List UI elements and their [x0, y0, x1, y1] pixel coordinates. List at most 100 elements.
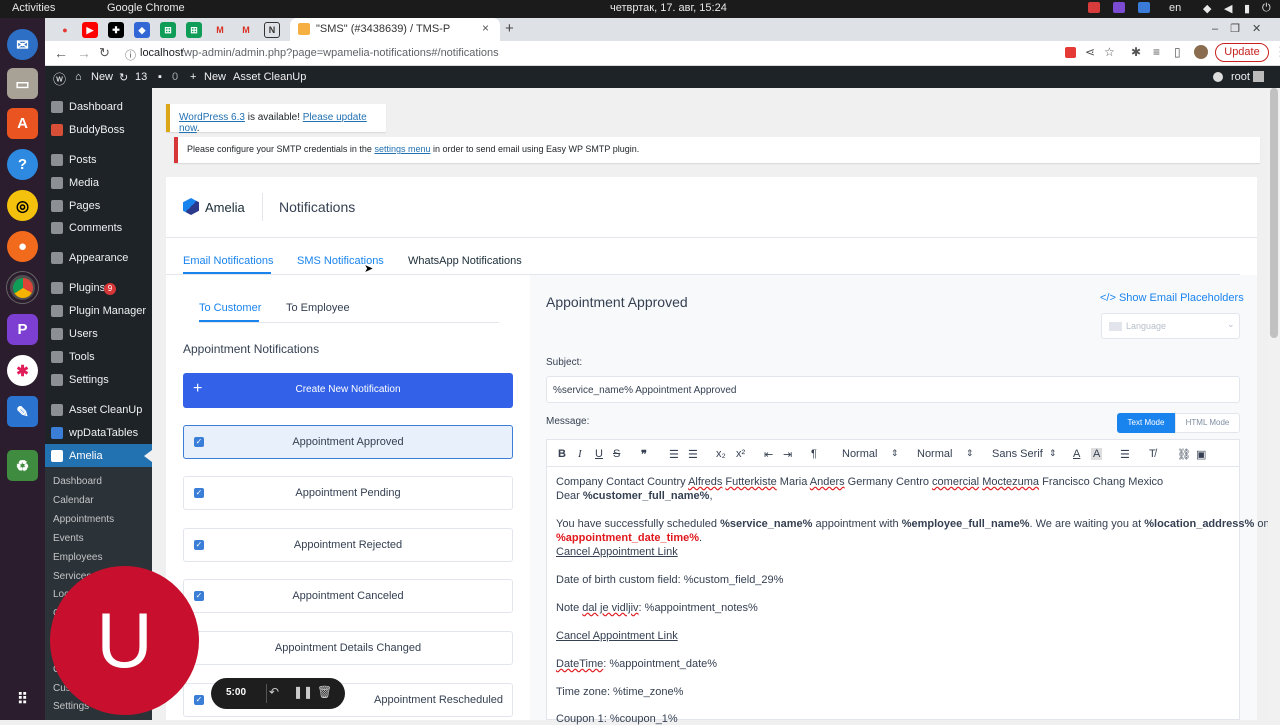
active-tab[interactable]: "SMS" (#3438639) / TMS-P × — [290, 18, 500, 41]
sub-dashboard[interactable]: Dashboard — [53, 476, 102, 487]
side-panel-icon[interactable]: ▯ — [1174, 45, 1181, 59]
notion-tab-icon[interactable]: N — [264, 22, 280, 38]
format-select[interactable]: Normal — [917, 448, 952, 460]
url-path[interactable]: /wp-admin/admin.php?page=wpamelia-notifi… — [181, 47, 499, 59]
slack-icon[interactable]: ✱ — [7, 355, 38, 386]
delete-icon[interactable]: 🗑 — [317, 685, 332, 699]
indicator-icon[interactable] — [1088, 2, 1100, 13]
comments-count[interactable]: 0 — [172, 71, 178, 83]
message-editor[interactable] — [546, 467, 1240, 720]
create-notification-button[interactable]: + Create New Notification — [183, 373, 513, 408]
align-icon[interactable]: ☰ — [1120, 448, 1130, 461]
text-direction-icon[interactable]: ¶ — [811, 448, 817, 460]
underline-icon[interactable]: U — [595, 448, 603, 460]
profile-avatar[interactable] — [1194, 45, 1208, 59]
forward-icon[interactable]: → — [77, 45, 91, 61]
battery-icon[interactable]: ▮ — [1244, 2, 1250, 15]
menu-amelia[interactable]: Amelia — [69, 450, 103, 462]
bookmark-star-icon[interactable]: ☆ — [1104, 45, 1115, 59]
menu-comments[interactable]: Comments — [69, 222, 122, 234]
text-mode-button[interactable]: Text Mode — [1117, 413, 1175, 433]
reading-list-icon[interactable]: ≡ — [1153, 45, 1160, 59]
menu-pages[interactable]: Pages — [69, 200, 100, 212]
notification-item[interactable]: ✓ Appointment Pending — [183, 476, 513, 510]
rhythmbox-icon[interactable]: ◎ — [7, 190, 38, 221]
link-icon[interactable]: ⛓ — [1177, 448, 1191, 461]
gmail-tab-icon[interactable]: M — [238, 22, 254, 38]
menu-users[interactable]: Users — [69, 328, 98, 340]
cancel-appointment-link[interactable]: Cancel Appointment Link — [556, 546, 678, 558]
site-name-link[interactable]: New — [91, 71, 113, 83]
home-icon[interactable]: ⌂ — [75, 71, 82, 83]
tab-to-customer[interactable]: To Customer — [199, 302, 261, 314]
share-icon[interactable]: ⋖ — [1085, 45, 1095, 59]
image-icon[interactable]: ▣ — [1196, 448, 1206, 461]
menu-asset-cleanup[interactable]: Asset CleanUp — [69, 404, 142, 416]
indent-icon[interactable]: ⇥ — [783, 448, 792, 461]
bullet-list-icon[interactable]: ☰ — [688, 448, 698, 461]
font-select[interactable]: Sans Serif — [992, 448, 1043, 460]
page-scrollbar[interactable] — [1268, 88, 1280, 720]
indicator-icon[interactable] — [1138, 2, 1150, 13]
settings-menu-link[interactable]: settings menu — [374, 144, 430, 154]
tab-to-employee[interactable]: To Employee — [286, 302, 350, 314]
wifi-icon[interactable]: ◆ — [1203, 2, 1211, 15]
back-icon[interactable]: ← — [54, 45, 68, 61]
show-placeholders-link[interactable]: </> Show Email Placeholders — [1100, 292, 1244, 304]
reload-icon[interactable]: ↻ — [99, 45, 110, 61]
firefox-icon[interactable]: ● — [7, 231, 38, 262]
user-name[interactable]: root — [1231, 71, 1250, 83]
ordered-list-icon[interactable]: ☰ — [669, 448, 679, 461]
files-icon[interactable]: ▭ — [7, 68, 38, 99]
beekeeper-icon[interactable]: P — [7, 314, 38, 345]
volume-icon[interactable]: ◀ — [1224, 2, 1232, 15]
recording-tab-icon[interactable]: ● — [57, 22, 73, 38]
tab-email-notifications[interactable]: Email Notifications — [183, 255, 273, 267]
bold-icon[interactable]: B — [558, 448, 566, 460]
notification-item[interactable]: ✓ Appointment Canceled — [183, 579, 513, 613]
checkbox-checked-icon[interactable]: ✓ — [194, 695, 204, 705]
notification-item[interactable]: ✓ Appointment Rejected — [183, 528, 513, 562]
plus-icon[interactable]: + — [190, 71, 196, 83]
power-icon[interactable]: ⏻ — [1262, 2, 1271, 15]
new-tab-button[interactable]: + — [505, 20, 514, 37]
updates-icon[interactable]: ↻ — [119, 71, 128, 84]
updates-count[interactable]: 13 — [135, 71, 147, 83]
tab-icon[interactable]: ◆ — [134, 22, 150, 38]
blocked-icon[interactable] — [1065, 47, 1076, 58]
extensions-icon[interactable]: ✱ — [1131, 45, 1141, 59]
background-color-icon[interactable]: A — [1091, 448, 1103, 460]
thunderbird-icon[interactable]: ✉ — [7, 29, 38, 60]
outdent-icon[interactable]: ⇤ — [764, 448, 773, 461]
italic-icon[interactable]: I — [578, 448, 582, 460]
user-avatar[interactable] — [1253, 71, 1264, 82]
header-size-select[interactable]: Normal — [842, 448, 877, 460]
tab-icon[interactable]: ✚ — [108, 22, 124, 38]
text-color-icon[interactable]: A — [1073, 448, 1080, 460]
menu-tools[interactable]: Tools — [69, 351, 95, 363]
sub-events[interactable]: Events — [53, 533, 84, 544]
superscript-icon[interactable]: x² — [736, 448, 745, 460]
info-icon[interactable]: ⓘ — [125, 47, 136, 63]
language-indicator[interactable]: en — [1169, 2, 1181, 14]
window-controls[interactable]: ‒❐✕ — [1212, 22, 1273, 35]
wordpress-version-link[interactable]: WordPress 6.3 — [179, 112, 245, 123]
user-badge-icon[interactable] — [1213, 72, 1223, 82]
chrome-icon[interactable] — [7, 272, 38, 303]
menu-plugins[interactable]: Plugins — [69, 282, 105, 294]
undo-icon[interactable]: ↶ — [269, 685, 279, 699]
menu-posts[interactable]: Posts — [69, 154, 97, 166]
menu-appearance[interactable]: Appearance — [69, 252, 128, 264]
menu-buddyboss[interactable]: BuddyBoss — [69, 124, 125, 136]
sub-calendar[interactable]: Calendar — [53, 495, 94, 506]
notification-item-selected[interactable]: ✓ Appointment Approved — [183, 425, 513, 459]
sheets-tab-icon[interactable]: ⊞ — [186, 22, 202, 38]
strikethrough-icon[interactable]: S — [613, 448, 620, 460]
menu-dashboard[interactable]: Dashboard — [69, 101, 123, 113]
software-center-icon[interactable]: A — [7, 108, 38, 139]
html-mode-button[interactable]: HTML Mode — [1175, 413, 1240, 433]
notification-item[interactable]: Appointment Details Changed — [183, 631, 513, 665]
cancel-appointment-link[interactable]: Cancel Appointment Link — [556, 630, 678, 642]
new-content-link[interactable]: New — [204, 71, 226, 83]
gmail-tab-icon[interactable]: M — [212, 22, 228, 38]
